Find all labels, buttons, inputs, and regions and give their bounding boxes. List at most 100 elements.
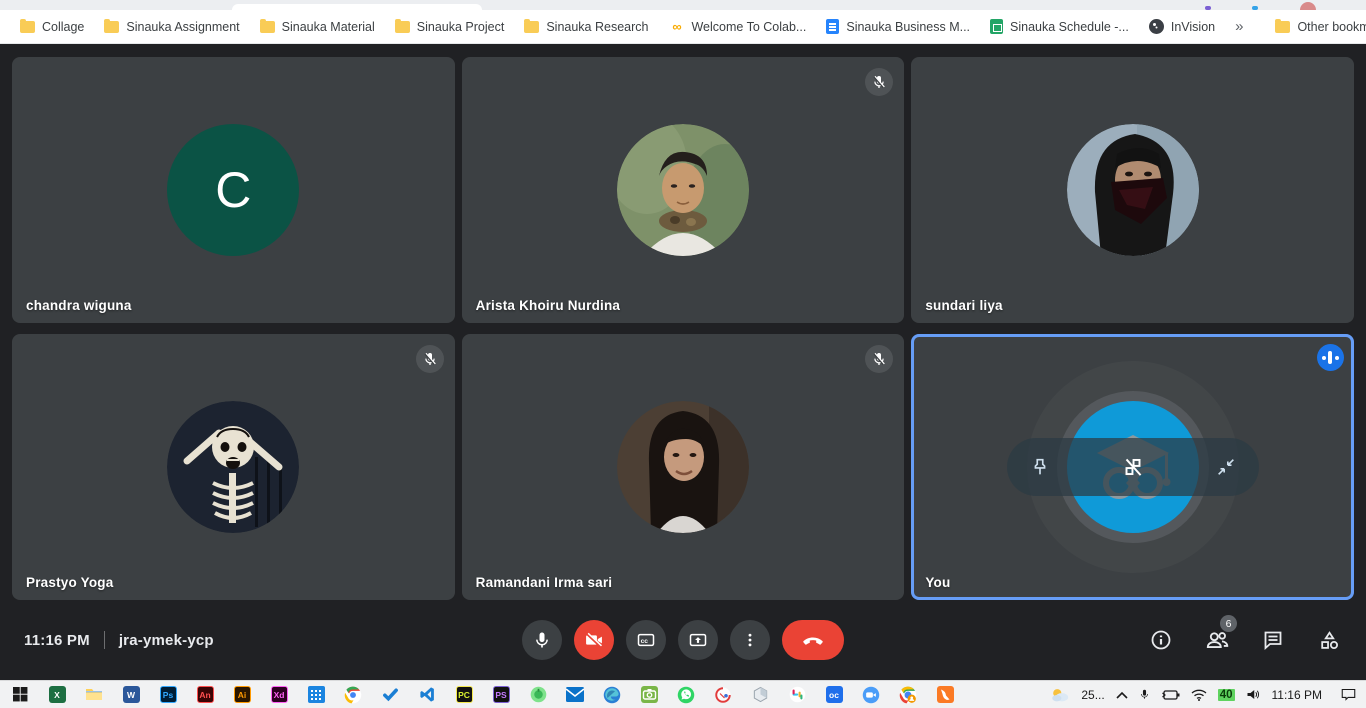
participant-grid: C chandra wiguna [0,44,1366,600]
bookmark-sinauka-project[interactable]: Sinauka Project [385,16,515,38]
android-emulator-icon[interactable] [528,685,548,705]
weather-icon[interactable] [1050,687,1070,703]
google-docs-icon [826,19,839,34]
excel-icon[interactable]: X [47,685,67,705]
octoparse-icon[interactable]: oc [824,685,844,705]
pin-icon[interactable] [1023,450,1057,484]
xampp-icon[interactable] [935,685,955,705]
participant-name: Arista Khoiru Nurdina [476,298,620,313]
illustrator-icon[interactable]: Ai [232,685,252,705]
tray-battery-icon[interactable] [1161,689,1180,701]
check-app-icon[interactable] [380,685,400,705]
avatar [617,401,749,533]
participant-tile-sundari-liya[interactable]: sundari liya [911,57,1354,323]
participant-name: Ramandani Irma sari [476,575,613,590]
colab-infinity-icon: ∞ [668,19,684,35]
edge-icon[interactable] [602,685,622,705]
bookmark-welcome-to-colab[interactable]: ∞ Welcome To Colab... [658,15,816,39]
folder-icon [524,21,539,33]
video-call-app-icon[interactable] [861,685,881,705]
bookmark-sinauka-assignment[interactable]: Sinauka Assignment [94,16,249,38]
participant-tile-ramandani-irma-sari[interactable]: Ramandani Irma sari [462,334,905,600]
whatsapp-icon[interactable] [676,685,696,705]
phpstorm-icon[interactable]: PS [491,685,511,705]
meeting-details-info-button[interactable] [1148,627,1174,653]
invision-icon [1149,19,1164,34]
action-center-icon[interactable] [1341,688,1356,701]
windows-taskbar: X W Ps An Ai Xd [0,680,1366,708]
extension-icon[interactable] [1205,6,1211,10]
weather-temperature[interactable]: 25... [1081,688,1104,702]
divider [104,631,105,649]
meet-control-bar: 11:16 PM jra-ymek-ycp [0,600,1366,680]
bookmark-sinauka-research[interactable]: Sinauka Research [514,16,658,38]
bookmark-sinauka-schedule[interactable]: Sinauka Schedule -... [980,15,1139,38]
bookmarks-overflow-chevron[interactable]: » [1225,18,1253,35]
participant-name: You [925,575,950,590]
svg-text:cc: cc [641,638,649,645]
participant-name: sundari liya [925,298,1002,313]
browser-profile-avatar[interactable] [1300,2,1316,10]
browser-tab-strip [0,0,1366,10]
minimize-icon[interactable] [1209,450,1243,484]
participant-tile-prastyo-yoga[interactable]: Prastyo Yoga [12,334,455,600]
extension-icon[interactable] [1252,6,1258,10]
folder-icon [260,21,275,33]
bookmark-sinauka-business[interactable]: Sinauka Business M... [816,15,980,38]
participant-name: Prastyo Yoga [26,575,113,590]
participant-name: chandra wiguna [26,298,132,313]
tray-wifi-icon[interactable] [1191,689,1207,701]
microphone-button[interactable] [522,620,562,660]
folder-icon [395,21,410,33]
chrome-icon[interactable] [343,685,363,705]
closed-captions-button[interactable]: cc [626,620,666,660]
file-explorer-icon[interactable] [84,685,104,705]
mic-off-icon [416,345,444,373]
slack-icon[interactable] [787,685,807,705]
chat-panel-button[interactable] [1260,627,1286,653]
remove-tile-icon[interactable] [1116,450,1150,484]
folder-icon [1275,21,1290,33]
mail-icon[interactable] [565,685,585,705]
unity-icon[interactable] [750,685,770,705]
adobe-xd-icon[interactable]: Xd [269,685,289,705]
tray-overflow-chevron-icon[interactable] [1116,691,1128,699]
tile-hover-toolbar [1007,438,1259,496]
participant-tile-you[interactable]: You [911,334,1354,600]
calendar-icon[interactable] [306,685,326,705]
end-call-button[interactable] [782,620,844,660]
word-icon[interactable]: W [121,685,141,705]
chrome-profile-icon[interactable] [898,685,918,705]
animate-icon[interactable]: An [195,685,215,705]
bookmark-sinauka-material[interactable]: Sinauka Material [250,16,385,38]
activities-panel-button[interactable] [1316,627,1342,653]
more-options-button[interactable] [730,620,770,660]
folder-icon [20,21,35,33]
participant-tile-chandra-wiguna[interactable]: C chandra wiguna [12,57,455,323]
bookmarks-bar: Collage Sinauka Assignment Sinauka Mater… [0,10,1366,44]
vscode-icon[interactable] [417,685,437,705]
camera-app-icon[interactable] [639,685,659,705]
avatar [167,401,299,533]
camera-off-button[interactable] [574,620,614,660]
avatar [617,124,749,256]
folder-icon [104,21,119,33]
avatar [1067,124,1199,256]
photoshop-icon[interactable]: Ps [158,685,178,705]
pycharm-icon[interactable]: PC [454,685,474,705]
present-screen-button[interactable] [678,620,718,660]
screen-recorder-icon[interactable] [713,685,733,705]
start-button-icon[interactable] [10,685,30,705]
tray-clock[interactable]: 11:16 PM [1272,688,1322,702]
meeting-code: jra-ymek-ycp [119,632,214,649]
people-panel-button[interactable]: 6 [1204,627,1230,653]
bookmark-collage[interactable]: Collage [10,16,94,38]
participant-tile-arista-khoiru-nurdina[interactable]: Arista Khoiru Nurdina [462,57,905,323]
tray-volume-icon[interactable] [1246,688,1261,701]
other-bookmarks[interactable]: Other bookmarks [1265,16,1366,38]
tray-microphone-icon[interactable] [1139,687,1150,702]
avatar: C [167,124,299,256]
omnibox[interactable] [232,4,482,10]
bookmark-invision[interactable]: InVision [1139,15,1225,38]
battery-percent-badge[interactable]: 40 [1218,689,1235,701]
